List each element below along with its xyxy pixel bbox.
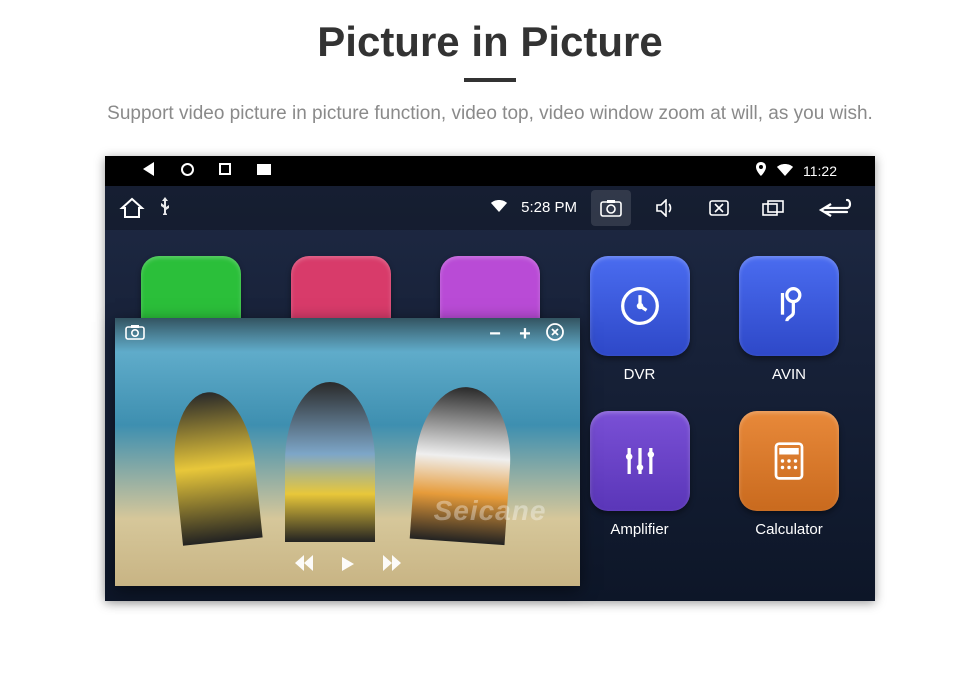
app-label: Calculator (731, 521, 847, 538)
launcher-topbar: 5:28 PM (105, 186, 875, 230)
pip-next-button[interactable] (383, 555, 405, 578)
app-avin[interactable]: AVIN (731, 256, 847, 383)
app-dvr[interactable]: DVR (582, 256, 698, 383)
app-label: AVIN (731, 366, 847, 383)
screenshot-button[interactable] (591, 190, 631, 226)
back-icon[interactable] (143, 162, 181, 179)
video-figure (167, 388, 262, 546)
location-icon (755, 162, 767, 179)
recent-apps-icon[interactable] (219, 163, 257, 178)
pip-zoom-in-button[interactable]: + (510, 323, 540, 346)
pip-prev-button[interactable] (291, 555, 313, 578)
close-screen-button[interactable] (699, 190, 739, 226)
status-clock: 11:22 (803, 163, 837, 179)
multiwindow-button[interactable] (753, 190, 793, 226)
pip-zoom-out-button[interactable]: − (480, 323, 510, 346)
video-figure (285, 382, 375, 542)
gallery-notification-icon[interactable] (257, 163, 295, 178)
usb-icon (149, 197, 189, 218)
app-amplifier[interactable]: Amplifier (582, 411, 698, 538)
pip-window[interactable]: − + (115, 318, 580, 586)
title-underline (464, 78, 516, 82)
pip-close-button[interactable] (540, 322, 570, 348)
android-navbar: 11:22 (105, 156, 875, 186)
page-subtitle: Support video picture in picture functio… (60, 100, 920, 128)
pip-play-pause-button[interactable] (339, 555, 357, 578)
wifi-icon (777, 163, 793, 179)
return-button[interactable] (807, 190, 861, 226)
pip-controls-top: − + (115, 318, 580, 352)
launcher-home-icon[interactable] (119, 196, 149, 220)
volume-button[interactable] (645, 190, 685, 226)
app-label: DVR (582, 366, 698, 383)
page-title: Picture in Picture (0, 18, 980, 82)
device-screenshot: 11:22 5:28 PM (105, 156, 875, 601)
wifi-small-icon (491, 199, 507, 216)
launcher-time: 5:28 PM (521, 199, 577, 216)
app-label: Amplifier (582, 521, 698, 538)
pip-controls-bottom (291, 555, 405, 578)
home-icon[interactable] (181, 163, 219, 179)
video-figure (410, 383, 516, 544)
app-calculator[interactable]: Calculator (731, 411, 847, 538)
pip-camera-icon[interactable] (125, 324, 145, 345)
